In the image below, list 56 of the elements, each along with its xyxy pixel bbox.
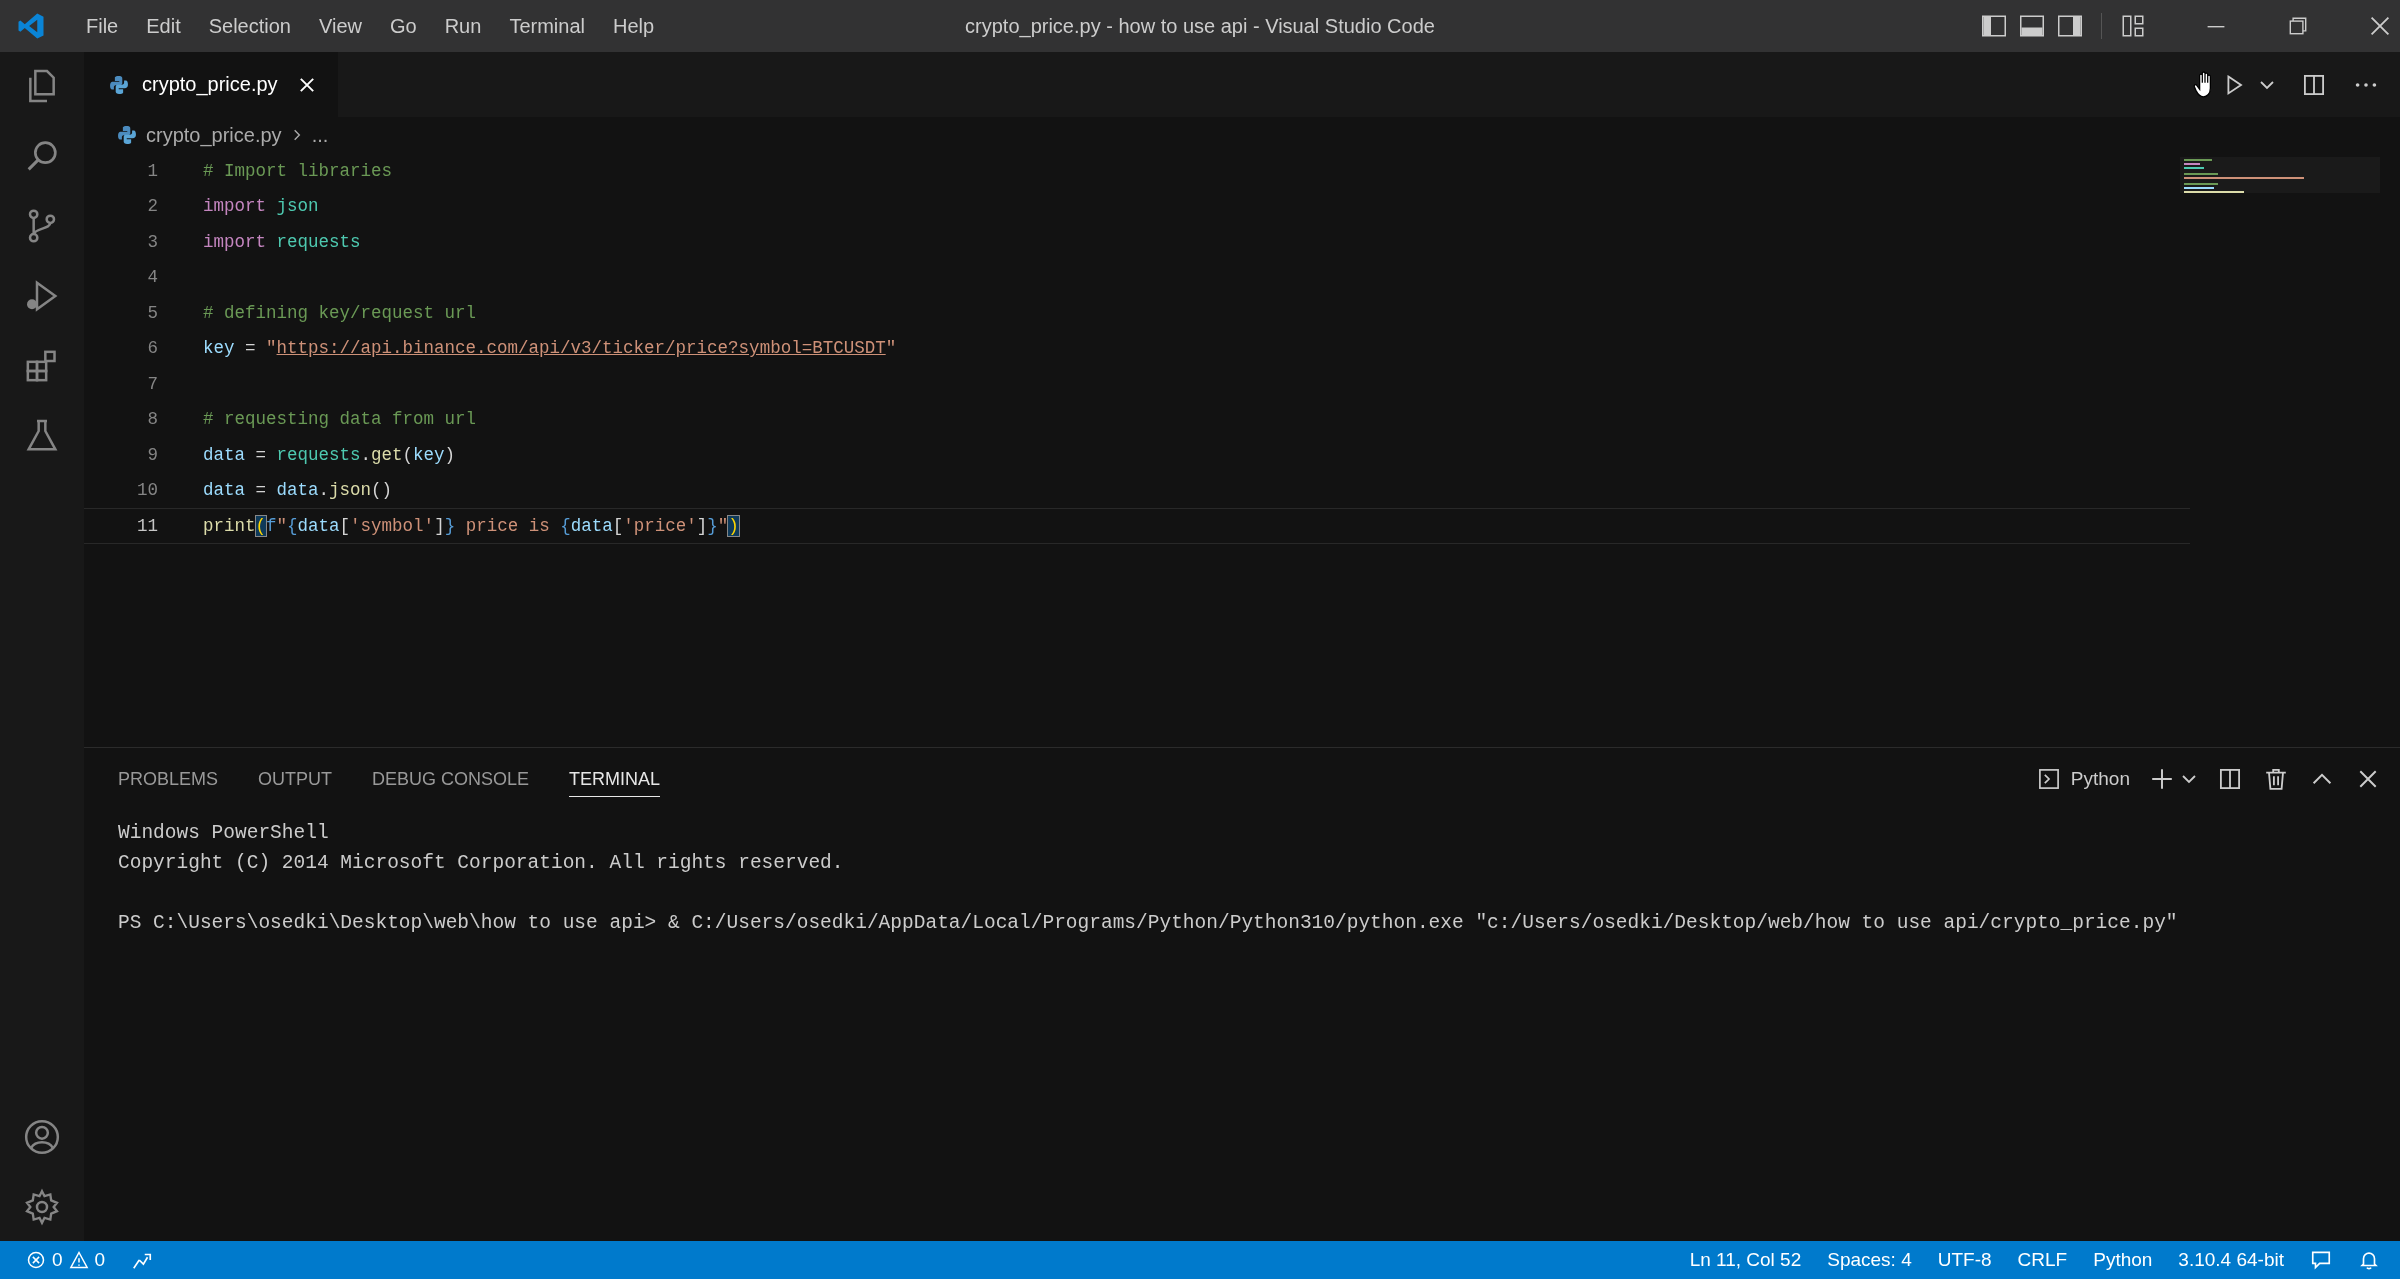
terminal-line: Windows PowerShell [118, 822, 329, 844]
status-item[interactable]: Python [2093, 1249, 2153, 1271]
window-title: crypto_price.py - how to use api - Visual Studio Code [965, 14, 1435, 38]
status-item[interactable]: Ln 11, Col 52 [1689, 1249, 1802, 1271]
line-number: 11 [136, 515, 158, 536]
line-number: 9 [146, 444, 158, 465]
line-number: 3 [146, 231, 158, 252]
code-line: import requests [203, 231, 361, 252]
line-number: 1 [146, 160, 158, 181]
menu-item[interactable]: Run [430, 10, 496, 42]
code-line: # defining key/request url [203, 302, 477, 323]
status-item[interactable]: UTF-8 [1937, 1249, 1992, 1271]
line-number: 10 [136, 480, 158, 501]
settings-icon[interactable] [22, 1187, 62, 1227]
terminal-profile-button[interactable]: Python [2034, 765, 2130, 793]
code-line: data = data.json() [203, 480, 393, 501]
breadcrumb-item[interactable]: crypto_price.py [146, 123, 282, 147]
line-number: 8 [146, 409, 158, 430]
line-number: 4 [146, 267, 158, 288]
panel-tab[interactable]: DEBUG CONSOLE [372, 761, 530, 797]
line-number: 2 [146, 196, 158, 217]
menu-item[interactable]: Selection [194, 10, 305, 42]
python-file-icon [108, 73, 130, 96]
feedback-icon[interactable] [2310, 1249, 2332, 1271]
problems-status[interactable]: 0 0 [26, 1249, 106, 1271]
warning-icon [68, 1250, 89, 1270]
terminal-line: PS C:\Users\osedki\Desktop\web\how to use api> & C:/Users/osedki/AppData/Local/Programs/Python/Python310/python.exe "c:/Users/osedki/Desktop/web/how to use api/crypto_price.py" [118, 912, 2178, 934]
code-line: print(f"{data['symbol']} price is {data['price']}") [203, 515, 739, 536]
menu-item[interactable]: Edit [132, 10, 195, 42]
terminal-line: Copyright (C) 2014 Microsoft Corporation. All rights reserved. [118, 852, 844, 874]
code-line: import json [203, 196, 319, 217]
code-line: data = requests.get(key) [203, 444, 456, 465]
code-line: key = "https://api.binance.com/api/v3/ticker/price?symbol=BTCUSDT" [203, 338, 897, 359]
menu-item[interactable]: Go [376, 10, 431, 42]
menu-item[interactable]: Terminal [495, 10, 599, 42]
error-icon [26, 1250, 46, 1270]
app-logo-icon [16, 11, 46, 41]
line-number: 5 [146, 302, 158, 323]
status-item[interactable]: Spaces: 4 [1827, 1249, 1912, 1271]
bell-icon[interactable] [2358, 1249, 2380, 1271]
status-item[interactable]: 3.10.4 64-bit [2178, 1249, 2284, 1271]
panel-tab[interactable]: PROBLEMS [118, 761, 219, 797]
status-item[interactable]: CRLF [2017, 1249, 2068, 1271]
editor-tab[interactable]: crypto_price.py [84, 52, 338, 117]
line-number: 6 [146, 338, 158, 359]
menu-item[interactable]: File [72, 10, 133, 42]
panel-tab[interactable]: TERMINAL [569, 761, 661, 797]
python-file-icon [116, 124, 138, 146]
menu-item[interactable]: View [305, 10, 376, 42]
panel-tab[interactable]: OUTPUT [258, 761, 333, 797]
account-icon[interactable] [22, 1117, 62, 1157]
code-line: # Import libraries [203, 160, 393, 181]
menu-item[interactable]: Help [598, 10, 669, 42]
code-line: # requesting data from url [203, 409, 477, 430]
line-number: 7 [146, 373, 158, 394]
breadcrumb-item[interactable]: ... [311, 123, 329, 147]
